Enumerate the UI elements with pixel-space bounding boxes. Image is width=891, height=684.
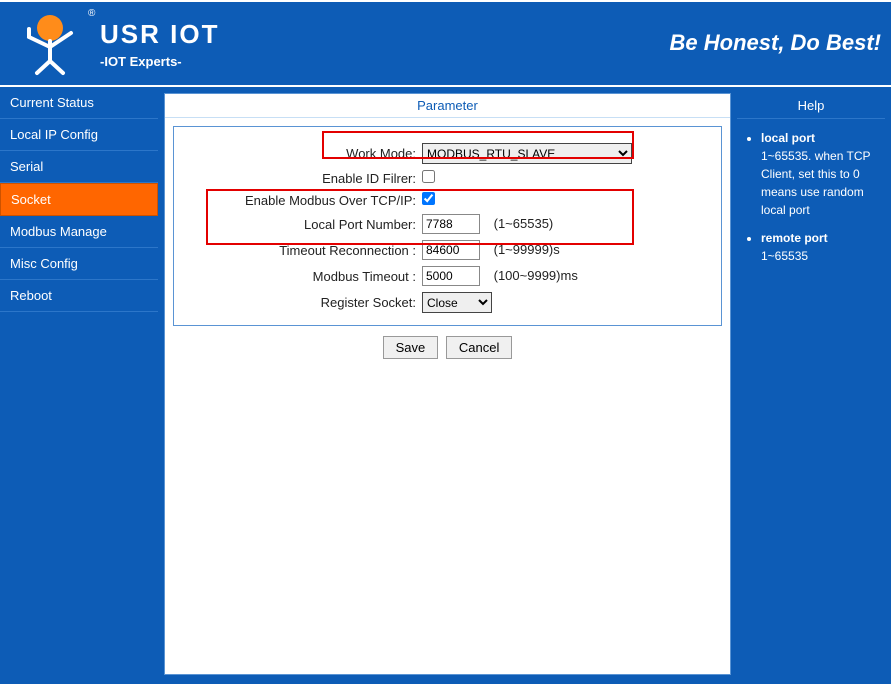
- panel-title: Parameter: [165, 94, 730, 118]
- local-port-hint: (1~65535): [494, 216, 554, 231]
- modbus-timeout-input[interactable]: [422, 266, 480, 286]
- logo-icon: [15, 11, 85, 76]
- help-item-local-port: local port 1~65535. when TCP Client, set…: [761, 129, 875, 219]
- sidebar: Current Status Local IP Config Serial So…: [0, 87, 158, 681]
- content-panel: Parameter Work Mode: MODBUS_RTU_SLAVE En…: [164, 93, 731, 675]
- enable-modbus-tcpip-checkbox[interactable]: [422, 192, 435, 205]
- timeout-reconnection-label: Timeout Reconnection :: [194, 243, 422, 258]
- enable-id-filter-checkbox[interactable]: [422, 170, 435, 183]
- work-mode-label: Work Mode:: [194, 146, 422, 161]
- timeout-reconnection-input[interactable]: [422, 240, 480, 260]
- sidebar-item-serial[interactable]: Serial: [0, 151, 158, 183]
- sidebar-item-misc-config[interactable]: Misc Config: [0, 248, 158, 280]
- register-socket-label: Register Socket:: [194, 295, 422, 310]
- local-port-input[interactable]: [422, 214, 480, 234]
- slogan: Be Honest, Do Best!: [670, 30, 881, 56]
- cancel-button[interactable]: Cancel: [446, 336, 512, 359]
- modbus-timeout-label: Modbus Timeout :: [194, 269, 422, 284]
- registered-mark: ®: [88, 8, 95, 19]
- help-title: Help: [737, 93, 885, 119]
- sidebar-item-local-ip-config[interactable]: Local IP Config: [0, 119, 158, 151]
- sidebar-item-reboot[interactable]: Reboot: [0, 280, 158, 312]
- save-button[interactable]: Save: [383, 336, 439, 359]
- brand-subtitle: -IOT Experts-: [100, 54, 219, 69]
- header: ® USR IOT -IOT Experts- Be Honest, Do Be…: [0, 0, 891, 85]
- sidebar-item-modbus-manage[interactable]: Modbus Manage: [0, 216, 158, 248]
- register-socket-select[interactable]: Close: [422, 292, 492, 313]
- local-port-label: Local Port Number:: [194, 217, 422, 232]
- enable-modbus-tcpip-label: Enable Modbus Over TCP/IP:: [194, 193, 422, 208]
- help-item-remote-port: remote port 1~65535: [761, 229, 875, 265]
- timeout-reconnection-hint: (1~99999)s: [494, 242, 560, 257]
- sidebar-item-socket[interactable]: Socket: [0, 183, 158, 216]
- work-mode-select[interactable]: MODBUS_RTU_SLAVE: [422, 143, 632, 164]
- parameter-form: Work Mode: MODBUS_RTU_SLAVE Enable ID Fi…: [173, 126, 722, 326]
- brand-title: USR IOT: [100, 19, 219, 50]
- sidebar-item-current-status[interactable]: Current Status: [0, 87, 158, 119]
- modbus-timeout-hint: (100~9999)ms: [494, 268, 578, 283]
- help-panel: Help local port 1~65535. when TCP Client…: [737, 93, 885, 675]
- enable-id-filter-label: Enable ID Filrer:: [194, 171, 422, 186]
